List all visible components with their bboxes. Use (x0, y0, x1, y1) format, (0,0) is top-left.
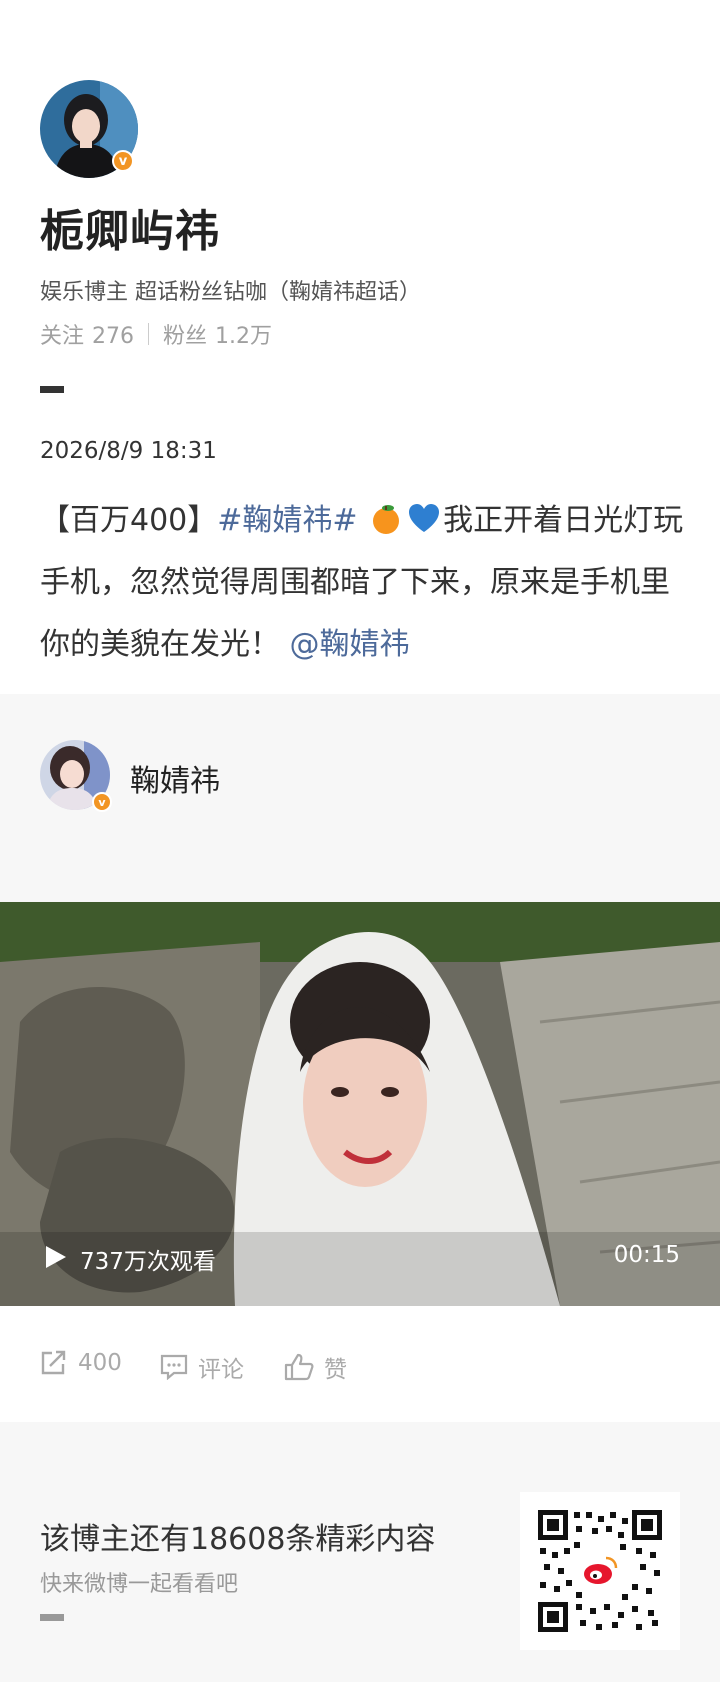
like-label: 赞 (324, 1357, 347, 1383)
promo-title: 该博主还有18608条精彩内容 (40, 1522, 436, 1557)
comment-button[interactable]: 评论 (160, 1350, 244, 1384)
following-stat[interactable]: 关注 276 (40, 318, 134, 350)
post-text: 【百万400】#鞠婧祎# 我正开着日光灯玩手机，忽然觉得周围都暗了下来，原来是手… (40, 490, 690, 676)
retweet-verified-badge-icon: v (92, 792, 112, 812)
video-view-count: 737万次观看 (80, 1249, 216, 1275)
qr-code[interactable] (520, 1492, 680, 1650)
profile-description: 娱乐博主 超话粉丝钻咖（鞠婧祎超话） (40, 280, 421, 305)
play-icon[interactable] (44, 1244, 68, 1270)
post-time: 2026/8/9 18:31 (40, 438, 217, 464)
following-count: 276 (92, 324, 135, 349)
video-player[interactable]: 737万次观看 00:15 (0, 902, 720, 1306)
followers-stat[interactable]: 粉丝 1.2万 (163, 318, 272, 350)
repost-icon (41, 1350, 66, 1375)
like-button[interactable]: 赞 (284, 1350, 347, 1384)
followers-label: 粉丝 (163, 324, 208, 349)
footer-divider (40, 1614, 64, 1621)
verified-badge-icon: v (112, 150, 134, 172)
profile-stats: 关注 276 粉丝 1.2万 (40, 318, 272, 350)
blue-heart-emoji (409, 504, 440, 532)
mention-link[interactable]: @鞠婧祎 (290, 627, 410, 662)
user-avatar[interactable]: v (40, 80, 138, 178)
promo-subtitle: 快来微博一起看看吧 (40, 1572, 239, 1597)
profile-nickname[interactable]: 栀卿屿祎 (40, 195, 220, 259)
weibo-qr-code-image (536, 1508, 664, 1634)
orange-emoji (373, 505, 400, 534)
followers-count: 1.2万 (215, 324, 273, 349)
repost-button[interactable]: 400 (40, 1350, 122, 1376)
promo-footer: 该博主还有18608条精彩内容 快来微博一起看看吧 (0, 1422, 720, 1682)
repost-count: 400 (78, 1350, 122, 1376)
comment-icon (160, 1354, 188, 1380)
thumbs-up-icon (284, 1353, 314, 1381)
action-bar: 400 评论 赞 (0, 1306, 720, 1422)
profile-header: v 栀卿屿祎 娱乐博主 超话粉丝钻咖（鞠婧祎超话） 关注 276 粉丝 1.2万 2… (0, 0, 720, 694)
section-divider (40, 386, 64, 393)
comment-label: 评论 (198, 1357, 244, 1383)
retweet-author-name[interactable]: 鞠婧祎 (130, 756, 220, 800)
retweet-card[interactable]: v 鞠婧祎 (0, 694, 720, 902)
video-duration: 00:15 (613, 1242, 680, 1268)
following-label: 关注 (40, 324, 85, 349)
post-prefix: 【百万400】 (40, 503, 218, 538)
stats-divider (148, 323, 150, 345)
topic-link[interactable]: #鞠婧祎# (217, 503, 357, 538)
retweet-author-avatar[interactable]: v (40, 740, 112, 812)
